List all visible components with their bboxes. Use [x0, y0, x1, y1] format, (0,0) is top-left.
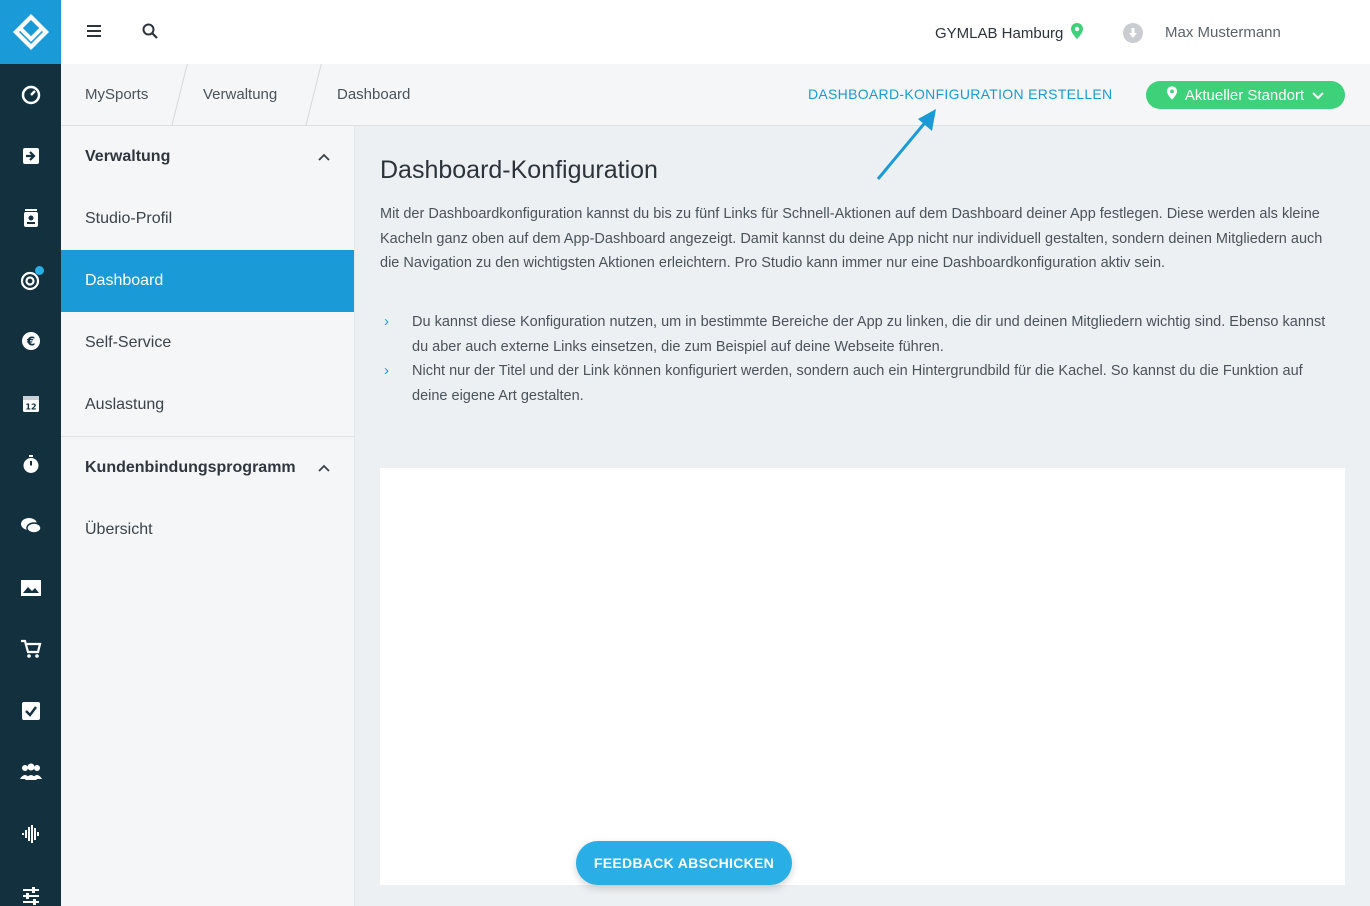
chevron-down-icon	[1312, 87, 1324, 104]
current-location-button[interactable]: Aktueller Standort	[1146, 81, 1345, 109]
subnav-item-dashboard[interactable]: Dashboard	[61, 250, 354, 312]
chevron-up-icon	[318, 459, 330, 477]
chevron-up-icon	[318, 148, 330, 166]
chevron-right-icon: ›	[384, 313, 389, 330]
dashboard-config-panel	[380, 468, 1345, 885]
section-kundenbindungsprogramm[interactable]: Kundenbindungsprogramm	[61, 437, 354, 499]
annotation-arrow-icon	[870, 105, 940, 190]
list-item-text: Nicht nur der Titel und der Link können …	[412, 363, 1303, 404]
dashboard-gauge-icon[interactable]	[0, 64, 61, 126]
current-location-label: Aktueller Standort	[1184, 86, 1305, 104]
studio-location[interactable]: GYMLAB Hamburg	[935, 23, 1084, 43]
section-title: Kundenbindungsprogramm	[85, 459, 296, 476]
location-name: GYMLAB Hamburg	[935, 24, 1064, 42]
target-icon[interactable]	[0, 249, 61, 311]
breadcrumb-mysports[interactable]: MySports	[85, 86, 148, 103]
calendar-icon[interactable]: 12	[0, 372, 61, 434]
svg-text:€: €	[25, 335, 34, 349]
chat-icon[interactable]	[0, 495, 61, 557]
breadcrumb-bar: MySports Verwaltung Dashboard DASHBOARD-…	[61, 64, 1370, 126]
cart-icon[interactable]	[0, 618, 61, 680]
logo-icon[interactable]	[0, 0, 61, 64]
list-item: › Du kannst diese Konfiguration nutzen, …	[380, 310, 1340, 359]
map-pin-icon	[1166, 86, 1177, 104]
top-bar: GYMLAB Hamburg Max Mustermann	[61, 0, 1370, 64]
main-content: Dashboard-Konfiguration Mit der Dashboar…	[356, 126, 1370, 906]
breadcrumb-dashboard: Dashboard	[337, 86, 411, 103]
euro-icon[interactable]: €	[0, 310, 61, 372]
icon-rail: € 12	[0, 0, 61, 906]
section-title: Verwaltung	[85, 148, 171, 165]
user-avatar[interactable]	[1123, 23, 1143, 43]
notification-dot	[35, 265, 44, 275]
contacts-icon[interactable]	[0, 187, 61, 249]
list-item: › Nicht nur der Titel und der Link könne…	[380, 359, 1340, 408]
create-dashboard-config-link[interactable]: DASHBOARD-KONFIGURATION ERSTELLEN	[808, 86, 1112, 102]
heartbeat-icon[interactable]	[0, 803, 61, 865]
intro-text: Mit der Dashboardkonfiguration kannst du…	[380, 206, 1323, 271]
checkbox-icon[interactable]	[0, 680, 61, 742]
hamburger-menu-icon[interactable]	[85, 22, 103, 45]
subnav-item-studio-profil[interactable]: Studio-Profil	[61, 188, 354, 250]
feature-list: › Du kannst diese Konfiguration nutzen, …	[380, 310, 1340, 408]
checkin-icon[interactable]	[0, 126, 61, 188]
breadcrumb-separator	[171, 64, 188, 126]
sliders-icon[interactable]	[0, 865, 61, 906]
breadcrumb-separator	[305, 64, 322, 126]
members-icon[interactable]	[0, 742, 61, 804]
chevron-right-icon: ›	[384, 362, 389, 379]
feedback-button[interactable]: FEEDBACK ABSCHICKEN	[576, 841, 792, 885]
map-pin-icon	[1071, 23, 1084, 43]
subnav-item-self-service[interactable]: Self-Service	[61, 312, 354, 374]
svg-text:12: 12	[25, 402, 36, 411]
list-item-text: Du kannst diese Konfiguration nutzen, um…	[412, 314, 1326, 355]
stopwatch-icon[interactable]	[0, 434, 61, 496]
section-verwaltung[interactable]: Verwaltung	[61, 126, 354, 188]
user-name[interactable]: Max Mustermann	[1165, 24, 1281, 41]
image-icon[interactable]	[0, 557, 61, 619]
search-icon[interactable]	[141, 22, 159, 45]
page-title: Dashboard-Konfiguration	[380, 156, 658, 184]
subnav-item-auslastung[interactable]: Auslastung	[61, 374, 354, 436]
breadcrumb-verwaltung[interactable]: Verwaltung	[203, 86, 277, 103]
subnav-item-uebersicht[interactable]: Übersicht	[61, 499, 354, 561]
sub-navigation: Verwaltung Studio-Profil Dashboard Self-…	[61, 126, 355, 906]
